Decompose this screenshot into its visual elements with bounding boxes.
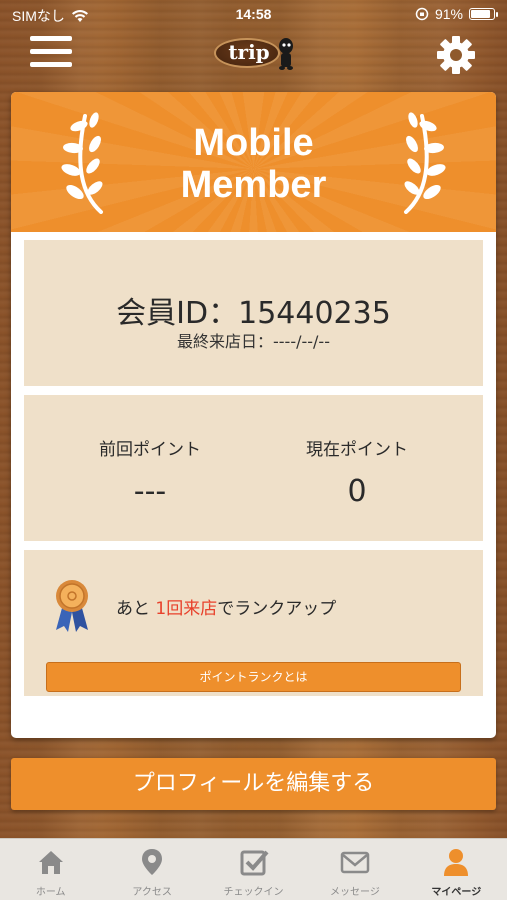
tab-home[interactable]: ホーム (0, 839, 101, 900)
menu-button[interactable] (30, 36, 72, 72)
rank-up-message: あと 1回来店でランクアップ (116, 599, 337, 619)
status-bar: SIMなし 14:58 91% (0, 0, 507, 30)
current-points-label: 現在ポイント (306, 440, 408, 460)
previous-points-value: --- (133, 474, 167, 509)
member-id-panel: 会員ID：15440235 最終来店日：----/--/-- (24, 240, 483, 386)
app-header: trip (0, 28, 507, 80)
map-pin-icon (142, 849, 163, 875)
checkin-icon (240, 850, 269, 876)
point-rank-info-button[interactable]: ポイントランクとは (46, 662, 461, 692)
settings-button[interactable] (435, 34, 477, 76)
battery-icon (469, 8, 498, 20)
current-points: 現在ポイント 0 (257, 435, 457, 509)
tab-messages[interactable]: メッセージ (304, 839, 405, 900)
tab-label: ホーム (35, 887, 66, 898)
app-logo: trip (214, 34, 298, 72)
tab-label: マイページ (431, 887, 482, 898)
tab-bar: ホーム アクセス チェックイン メッセージ マイページ (0, 838, 507, 900)
logo-text: trip (228, 40, 270, 64)
battery-percent: 91% (434, 6, 463, 22)
tab-checkin[interactable]: チェックイン (203, 839, 304, 900)
envelope-icon (340, 851, 370, 874)
member-id: 会員ID：15440235 (116, 296, 391, 331)
current-points-value: 0 (347, 474, 367, 509)
member-banner: Mobile Member (11, 92, 496, 232)
home-icon (38, 851, 63, 874)
tab-label: アクセス (132, 887, 172, 898)
points-panel: 前回ポイント --- 現在ポイント 0 (24, 395, 483, 541)
orientation-lock-icon (415, 7, 429, 21)
previous-points: 前回ポイント --- (50, 435, 250, 509)
dog-mascot-icon (279, 38, 293, 70)
user-icon (444, 849, 469, 876)
tab-label: メッセージ (330, 887, 380, 898)
tab-access[interactable]: アクセス (101, 839, 202, 900)
tab-mypage[interactable]: マイページ (406, 839, 507, 900)
visits-remaining: 1回来店 (155, 599, 218, 619)
last-visit-date: 最終来店日：----/--/-- (177, 332, 330, 351)
medal-icon (56, 580, 88, 632)
member-card: Mobile Member 会員ID：15440235 最終来店日：----/-… (11, 92, 496, 738)
previous-points-label: 前回ポイント (99, 440, 201, 460)
tab-label: チェックイン (223, 887, 284, 898)
laurel-icon (404, 112, 446, 214)
rank-panel: あと 1回来店でランクアップ ポイントランクとは (24, 550, 483, 696)
edit-profile-button[interactable]: プロフィールを編集する (11, 758, 496, 810)
